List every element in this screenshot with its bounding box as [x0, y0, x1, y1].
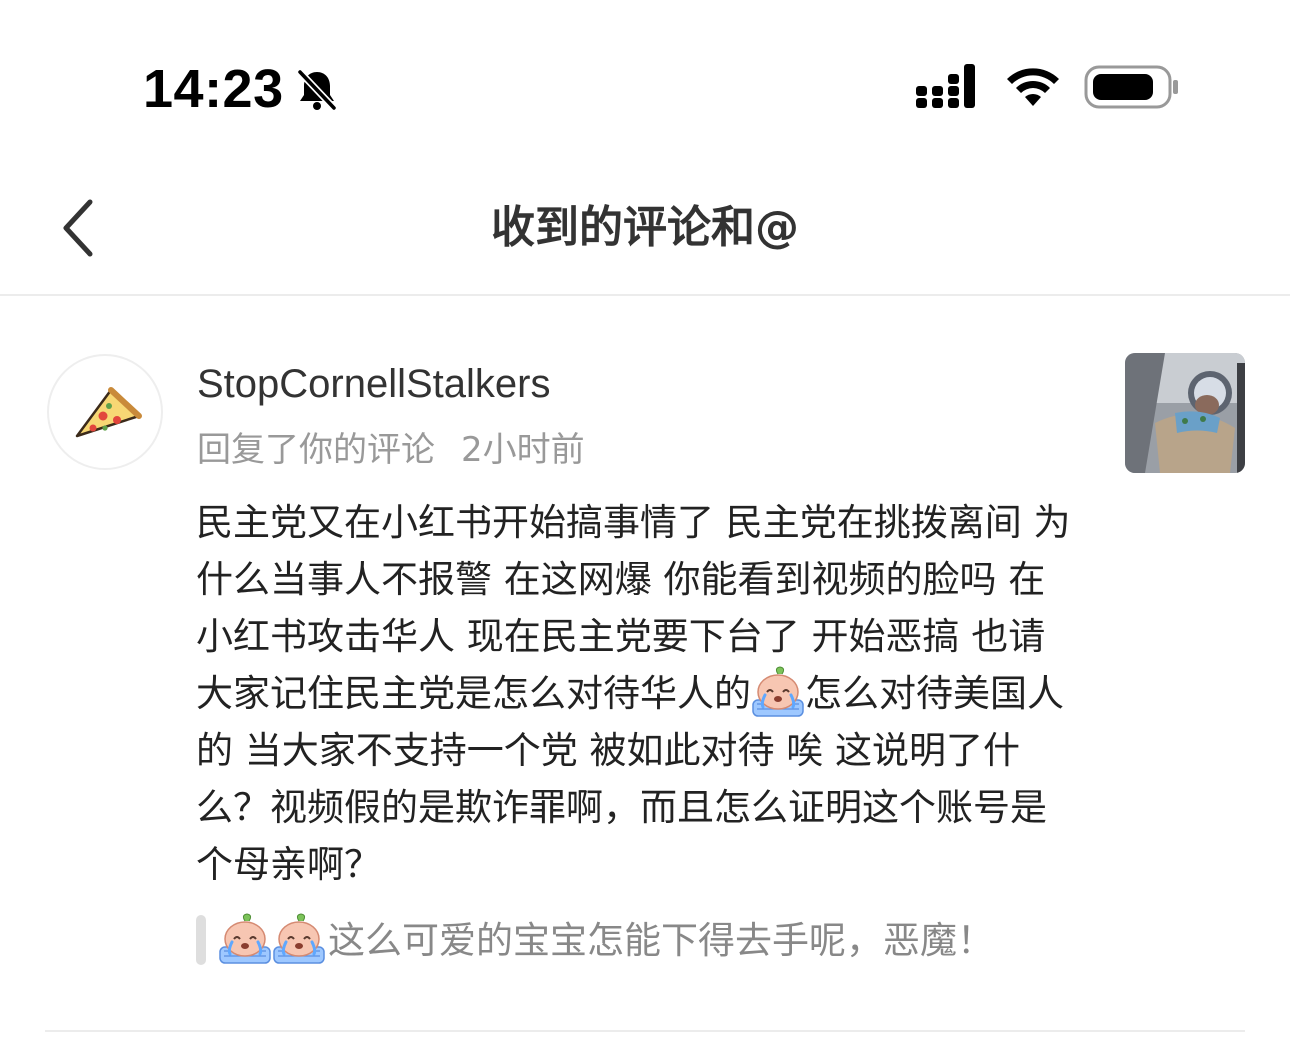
- status-time: 14:23: [143, 59, 284, 119]
- signal-icon: [916, 64, 975, 108]
- comment-item[interactable]: StopCornellStalkers 回复了你的评论 2小时前 民主党又在小红书…: [0, 296, 1290, 1032]
- baby-photo-thumbnail: [1125, 353, 1245, 473]
- quoted-comment[interactable]: 这么可爱的宝宝怎能下得去手呢，恶魔！: [196, 913, 1096, 969]
- avatar[interactable]: [47, 354, 163, 470]
- page-title: 收到的评论和@: [491, 202, 799, 253]
- quoted-text: 这么可爱的宝宝怎能下得去手呢，恶魔！: [328, 919, 994, 962]
- pizza-slice-icon: [75, 387, 142, 438]
- comment-meta: 回复了你的评论 2小时前: [197, 428, 585, 472]
- crying-peach-emoji-icon: [272, 913, 326, 965]
- crying-peach-emoji-icon: [218, 913, 272, 965]
- timestamp: 2小时前: [461, 430, 585, 470]
- post-thumbnail[interactable]: [1125, 353, 1245, 473]
- nav-bar: 收到的评论和@: [0, 160, 1290, 296]
- action-text: 回复了你的评论: [197, 430, 435, 470]
- divider: [45, 1030, 1245, 1032]
- bell-slash-icon: [297, 69, 337, 111]
- crying-peach-emoji-icon: [751, 666, 805, 718]
- wifi-icon: [1007, 68, 1059, 106]
- battery-icon: [1084, 65, 1178, 109]
- comment-body: 民主党又在小红书开始搞事情了 民主党在挑拨离间 为什么当事人不报警 在这网爆 你…: [196, 494, 1080, 893]
- status-bar: 14:23: [0, 0, 1290, 130]
- username[interactable]: StopCornellStalkers: [197, 360, 551, 408]
- quote-emojis: [218, 913, 326, 969]
- quote-bar: [196, 915, 206, 965]
